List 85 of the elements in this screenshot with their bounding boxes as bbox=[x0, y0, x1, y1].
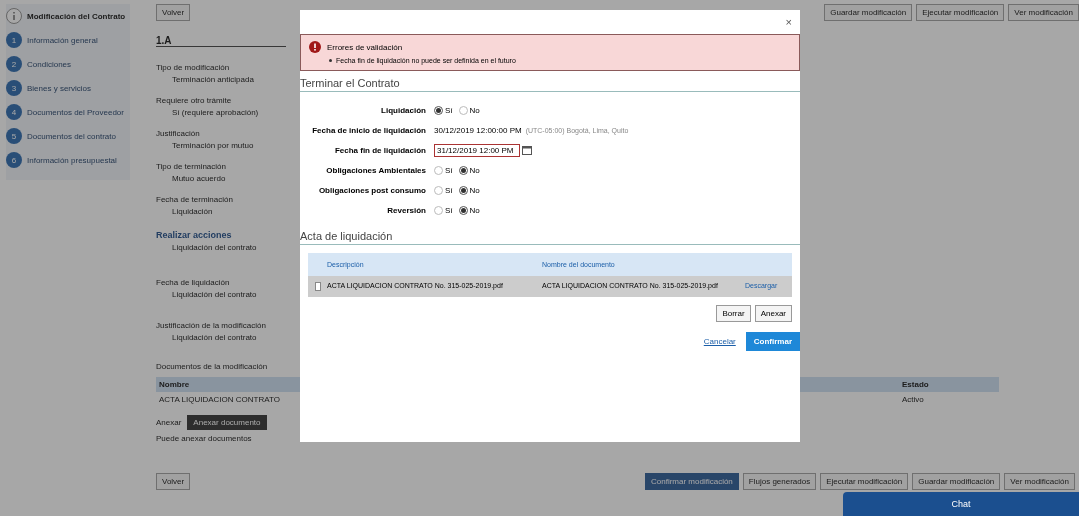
sidebar-item[interactable]: Información presupuestal bbox=[27, 155, 117, 165]
radio-button[interactable] bbox=[458, 185, 468, 195]
row-checkbox[interactable] bbox=[315, 282, 321, 291]
radio-button[interactable] bbox=[434, 185, 443, 195]
toolbar-button[interactable]: Guardar modificación bbox=[912, 473, 1001, 490]
radio-button[interactable] bbox=[458, 165, 468, 175]
field-label: Fecha de inicio de liquidación bbox=[311, 125, 427, 135]
option-label: No bbox=[469, 105, 480, 115]
sidebar-title: Modificación del Contrato bbox=[27, 11, 126, 21]
field-value: Mutuo acuerdo bbox=[172, 174, 226, 183]
confirm-button[interactable]: Confirmar bbox=[745, 332, 800, 351]
radio-button[interactable] bbox=[434, 105, 443, 115]
toolbar-button[interactable]: Confirmar modificación bbox=[645, 473, 739, 490]
step-number: 4 bbox=[6, 104, 22, 120]
field-value: Liquidación del contrato bbox=[172, 290, 257, 299]
section-heading: Terminar el Contrato bbox=[300, 77, 800, 92]
toolbar-button[interactable]: Ejecutar modificación bbox=[820, 473, 909, 490]
option-label: No bbox=[469, 205, 480, 215]
field-label: Documentos de la modificación bbox=[156, 362, 268, 371]
field-label: Fecha de liquidación bbox=[156, 278, 230, 287]
step-number: 3 bbox=[6, 80, 22, 96]
sidebar-item[interactable]: Información general bbox=[27, 35, 98, 45]
toolbar-button[interactable]: Ejecutar modificación bbox=[916, 4, 1005, 21]
field-label: Liquidación bbox=[380, 105, 427, 115]
field-label: Justificación de la modificación bbox=[156, 321, 266, 330]
calendar-icon[interactable] bbox=[522, 145, 532, 155]
field-value: Liquidación bbox=[172, 207, 213, 216]
section-heading: 1.A bbox=[156, 35, 286, 47]
action-link[interactable]: Realizar acciones bbox=[156, 230, 232, 240]
radio-button[interactable] bbox=[434, 165, 443, 175]
toolbar-button[interactable]: Ver modificación bbox=[1004, 473, 1075, 490]
step-number: 6 bbox=[6, 152, 22, 168]
field-label: Obligaciones post consumo bbox=[317, 185, 427, 195]
table-cell-text: ACTA LIQUIDACION CONTRATO bbox=[158, 394, 281, 406]
toolbar-button[interactable]: Flujos generados bbox=[742, 473, 817, 490]
back-button[interactable]: Volver bbox=[156, 473, 191, 490]
attach-button[interactable]: Anexar documento bbox=[187, 415, 267, 430]
field-label: Tipo de terminación bbox=[156, 162, 226, 171]
column-header: Estado bbox=[899, 377, 999, 392]
sidebar-item[interactable]: Documentos del contrato bbox=[27, 131, 116, 141]
sidebar-item[interactable]: Bienes y servicios bbox=[27, 83, 92, 93]
toolbar-button[interactable]: Guardar modificación bbox=[824, 4, 913, 21]
field-label: Fecha fin de liquidación bbox=[333, 145, 427, 155]
radio-button[interactable] bbox=[434, 205, 443, 215]
radio-button[interactable] bbox=[458, 205, 468, 215]
toolbar-button[interactable]: Ver modificación bbox=[1008, 4, 1079, 21]
cancel-link[interactable]: Cancelar bbox=[703, 337, 736, 346]
table-button[interactable]: Anexar bbox=[754, 305, 792, 322]
step-number: 2 bbox=[6, 56, 22, 72]
section-heading: Acta de liquidación bbox=[300, 230, 800, 245]
alert-title: Errores de validación bbox=[327, 42, 403, 52]
option-label: Sí bbox=[445, 205, 453, 215]
close-button[interactable]: × bbox=[783, 16, 794, 28]
field-value: Liquidación del contrato bbox=[172, 243, 257, 252]
table-button[interactable]: Borrar bbox=[716, 305, 751, 322]
bullet-icon bbox=[329, 59, 332, 62]
field-value: Sí (requiere aprobación) bbox=[172, 108, 259, 117]
field-value: Liquidación del contrato bbox=[172, 333, 257, 342]
field-label: Obligaciones Ambientales bbox=[325, 165, 427, 175]
info-icon bbox=[6, 8, 22, 24]
field-label: Reversión bbox=[386, 205, 427, 215]
field-value: 30/12/2019 12:00:00 PM bbox=[434, 125, 522, 135]
error-icon bbox=[309, 41, 321, 53]
field-label: Justificación bbox=[156, 129, 200, 138]
chat-bar[interactable]: Chat bbox=[843, 492, 1079, 516]
hint-text: Puede anexar documentos bbox=[156, 434, 252, 443]
attach-label: Anexar bbox=[156, 418, 182, 427]
field-label: Fecha de terminación bbox=[156, 195, 233, 204]
step-number: 5 bbox=[6, 128, 22, 144]
date-field[interactable]: 31/12/2019 12:00 PM bbox=[434, 143, 520, 157]
back-button[interactable]: Volver bbox=[156, 4, 191, 21]
option-label: Sí bbox=[445, 105, 453, 115]
option-label: Sí bbox=[445, 165, 453, 175]
sidebar-item[interactable]: Documentos del Proveedor bbox=[27, 107, 124, 117]
option-label: No bbox=[469, 165, 480, 175]
radio-button[interactable] bbox=[458, 105, 468, 115]
step-number: 1 bbox=[6, 32, 22, 48]
field-value: Terminación anticipada bbox=[172, 75, 254, 84]
field-label: Requiere otro trámite bbox=[156, 96, 232, 105]
option-label: Sí bbox=[445, 185, 453, 195]
field-label: Tipo de modificación bbox=[156, 63, 230, 72]
option-label: No bbox=[469, 185, 480, 195]
table-cell-text: Activo bbox=[901, 394, 925, 406]
sidebar-item[interactable]: Condiciones bbox=[27, 59, 72, 69]
field-value: Terminación por mutuo bbox=[172, 141, 254, 150]
